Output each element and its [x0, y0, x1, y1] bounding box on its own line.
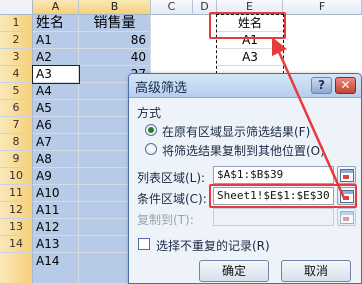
row-header[interactable]: 3: [0, 49, 33, 66]
column-header-b[interactable]: B: [79, 0, 151, 15]
row-header[interactable]: 1: [0, 15, 33, 32]
row-header[interactable]: 12: [0, 202, 33, 219]
cell-a10[interactable]: A9: [33, 168, 79, 185]
advanced-filter-dialog: 高级筛选 ? ✕ 方式 在原有区域显示筛选结果(F) 将筛选结果复制到其他位置(…: [128, 73, 362, 284]
row-header[interactable]: 7: [0, 117, 33, 134]
cell-a7[interactable]: A6: [33, 117, 79, 134]
column-header-a[interactable]: A: [33, 0, 79, 15]
criteria-range-label: 条件区域(C):: [137, 192, 207, 206]
row-header[interactable]: 8: [0, 134, 33, 151]
close-button[interactable]: ✕: [335, 77, 356, 94]
cancel-button[interactable]: 取消: [281, 260, 351, 282]
cell-a3[interactable]: A2: [33, 49, 79, 66]
copy-to-input[interactable]: [213, 208, 334, 226]
dialog-titlebar[interactable]: 高级筛选 ? ✕: [129, 74, 361, 98]
copy-to-picker-button[interactable]: [337, 208, 356, 226]
range-picker-icon: [340, 211, 354, 224]
column-header-f[interactable]: F: [283, 0, 362, 15]
close-icon: ✕: [340, 78, 351, 92]
mode-group-label: 方式: [137, 106, 162, 120]
row-header[interactable]: 11: [0, 185, 33, 202]
criteria-annotation-box: [209, 12, 286, 39]
row-header[interactable]: [0, 253, 33, 284]
row-header[interactable]: 9: [0, 151, 33, 168]
cell-a2[interactable]: A1: [33, 32, 79, 49]
criteria-field-annotation-box: [209, 184, 357, 208]
cell-a11[interactable]: A10: [33, 185, 79, 202]
row-header[interactable]: 14: [0, 236, 33, 253]
cell-a15[interactable]: A14: [33, 253, 79, 284]
column-header-c[interactable]: C: [151, 0, 193, 15]
radio-copy-to-location[interactable]: [145, 143, 157, 155]
radio-filter-in-place-label[interactable]: 在原有区域显示筛选结果(F): [162, 123, 310, 140]
list-range-picker-button[interactable]: [337, 166, 356, 184]
row-header[interactable]: 6: [0, 100, 33, 117]
cell-a14[interactable]: A13: [33, 236, 79, 253]
row-header[interactable]: 2: [0, 32, 33, 49]
range-picker-icon: [340, 169, 354, 182]
radio-filter-in-place[interactable]: [145, 124, 157, 136]
cell-a8[interactable]: A7: [33, 134, 79, 151]
row-header[interactable]: 5: [0, 83, 33, 100]
cell-a6[interactable]: A5: [33, 100, 79, 117]
cell-a1[interactable]: 姓名: [33, 15, 79, 32]
dialog-title: 高级筛选: [135, 81, 188, 96]
help-button[interactable]: ?: [311, 77, 332, 94]
cell-b1[interactable]: 销售量: [79, 15, 151, 32]
cell-a12[interactable]: A11: [33, 202, 79, 219]
unique-records-checkbox[interactable]: [138, 238, 150, 250]
cell-b3[interactable]: 40: [79, 49, 151, 66]
row-header[interactable]: 13: [0, 219, 33, 236]
cell-b2[interactable]: 86: [79, 32, 151, 49]
radio-copy-to-location-label[interactable]: 将筛选结果复制到其他位置(O): [162, 142, 325, 159]
cell-a9[interactable]: A8: [33, 151, 79, 168]
ok-button[interactable]: 确定: [199, 260, 269, 282]
cell-a4[interactable]: A3: [32, 65, 80, 84]
row-header[interactable]: 4: [0, 66, 33, 83]
list-range-label: 列表区域(L):: [137, 171, 206, 185]
unique-records-label[interactable]: 选择不重复的记录(R): [156, 237, 270, 254]
cell-a5[interactable]: A4: [33, 83, 79, 100]
row-header[interactable]: 10: [0, 168, 33, 185]
copy-to-label: 复制到(T):: [137, 213, 194, 227]
select-all-corner[interactable]: [0, 0, 33, 15]
cell-a13[interactable]: A12: [33, 219, 79, 236]
help-icon: ?: [318, 78, 325, 92]
list-range-input[interactable]: $A$1:$B$39: [213, 166, 334, 184]
